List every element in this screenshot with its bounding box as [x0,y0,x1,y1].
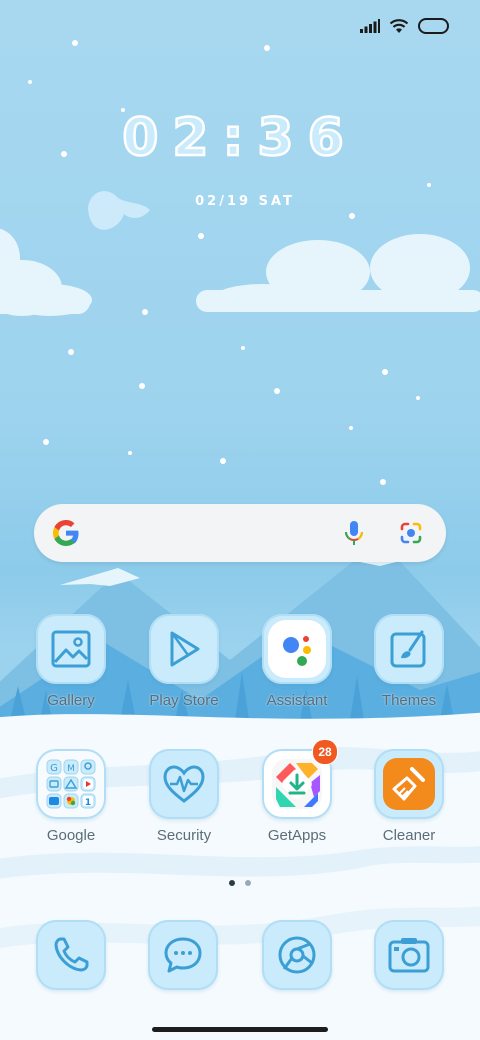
app-google-folder[interactable]: G M 1 Google [23,749,119,844]
camera-icon [388,938,430,973]
svg-text:1: 1 [85,798,91,808]
battery-icon [418,18,449,34]
app-gallery[interactable]: Gallery [23,614,119,709]
gallery-icon [51,630,91,668]
browser-icon [278,936,316,974]
security-icon [163,765,205,803]
dock-camera[interactable] [374,920,444,990]
app-assistant[interactable]: Assistant [249,614,345,709]
google-folder-icon: G M 1 [46,759,96,809]
app-label: Gallery [47,692,95,709]
getapps-icon [272,759,322,809]
play-store-icon [170,631,200,667]
dock-browser[interactable] [262,920,332,990]
notification-badge: 28 [312,739,338,765]
app-getapps[interactable]: 28 GetApps [249,739,345,844]
signal-icon [360,19,380,33]
app-label: Google [46,827,96,844]
google-logo-icon [53,520,79,546]
microphone-icon[interactable] [340,519,368,547]
assistant-icon [283,636,311,666]
svg-text:M: M [67,764,75,774]
app-label: GetApps [267,827,327,844]
app-label: Security [156,827,212,844]
dock-phone[interactable] [36,920,106,990]
app-label: Assistant [266,692,328,709]
app-label: Play Store [149,692,219,709]
lock-clock-date: 02/19 SAT [195,194,295,209]
home-screen: 02:36 02/19 SAT Gallery Play Store Assis… [0,0,480,1040]
google-search-bar[interactable] [34,504,446,562]
app-play-store[interactable]: Play Store [136,614,232,709]
phone-icon [54,937,89,972]
themes-icon [390,630,426,668]
status-bar [0,0,480,56]
home-indicator[interactable] [152,1027,328,1032]
cleaner-icon [392,767,425,801]
dock-messages[interactable] [148,920,218,990]
page-indicator-active[interactable] [229,880,235,886]
app-label: Themes [381,692,437,709]
wifi-icon [389,19,409,33]
google-lens-icon[interactable] [398,520,424,546]
app-label: Cleaner [382,827,436,844]
app-cleaner[interactable]: Cleaner [361,749,457,844]
messages-icon [164,937,202,973]
svg-text:G: G [50,763,58,774]
app-security[interactable]: Security [136,749,232,844]
lock-clock-time: 02:36 [121,107,358,170]
app-themes[interactable]: Themes [361,614,457,709]
page-indicator[interactable] [245,880,251,886]
